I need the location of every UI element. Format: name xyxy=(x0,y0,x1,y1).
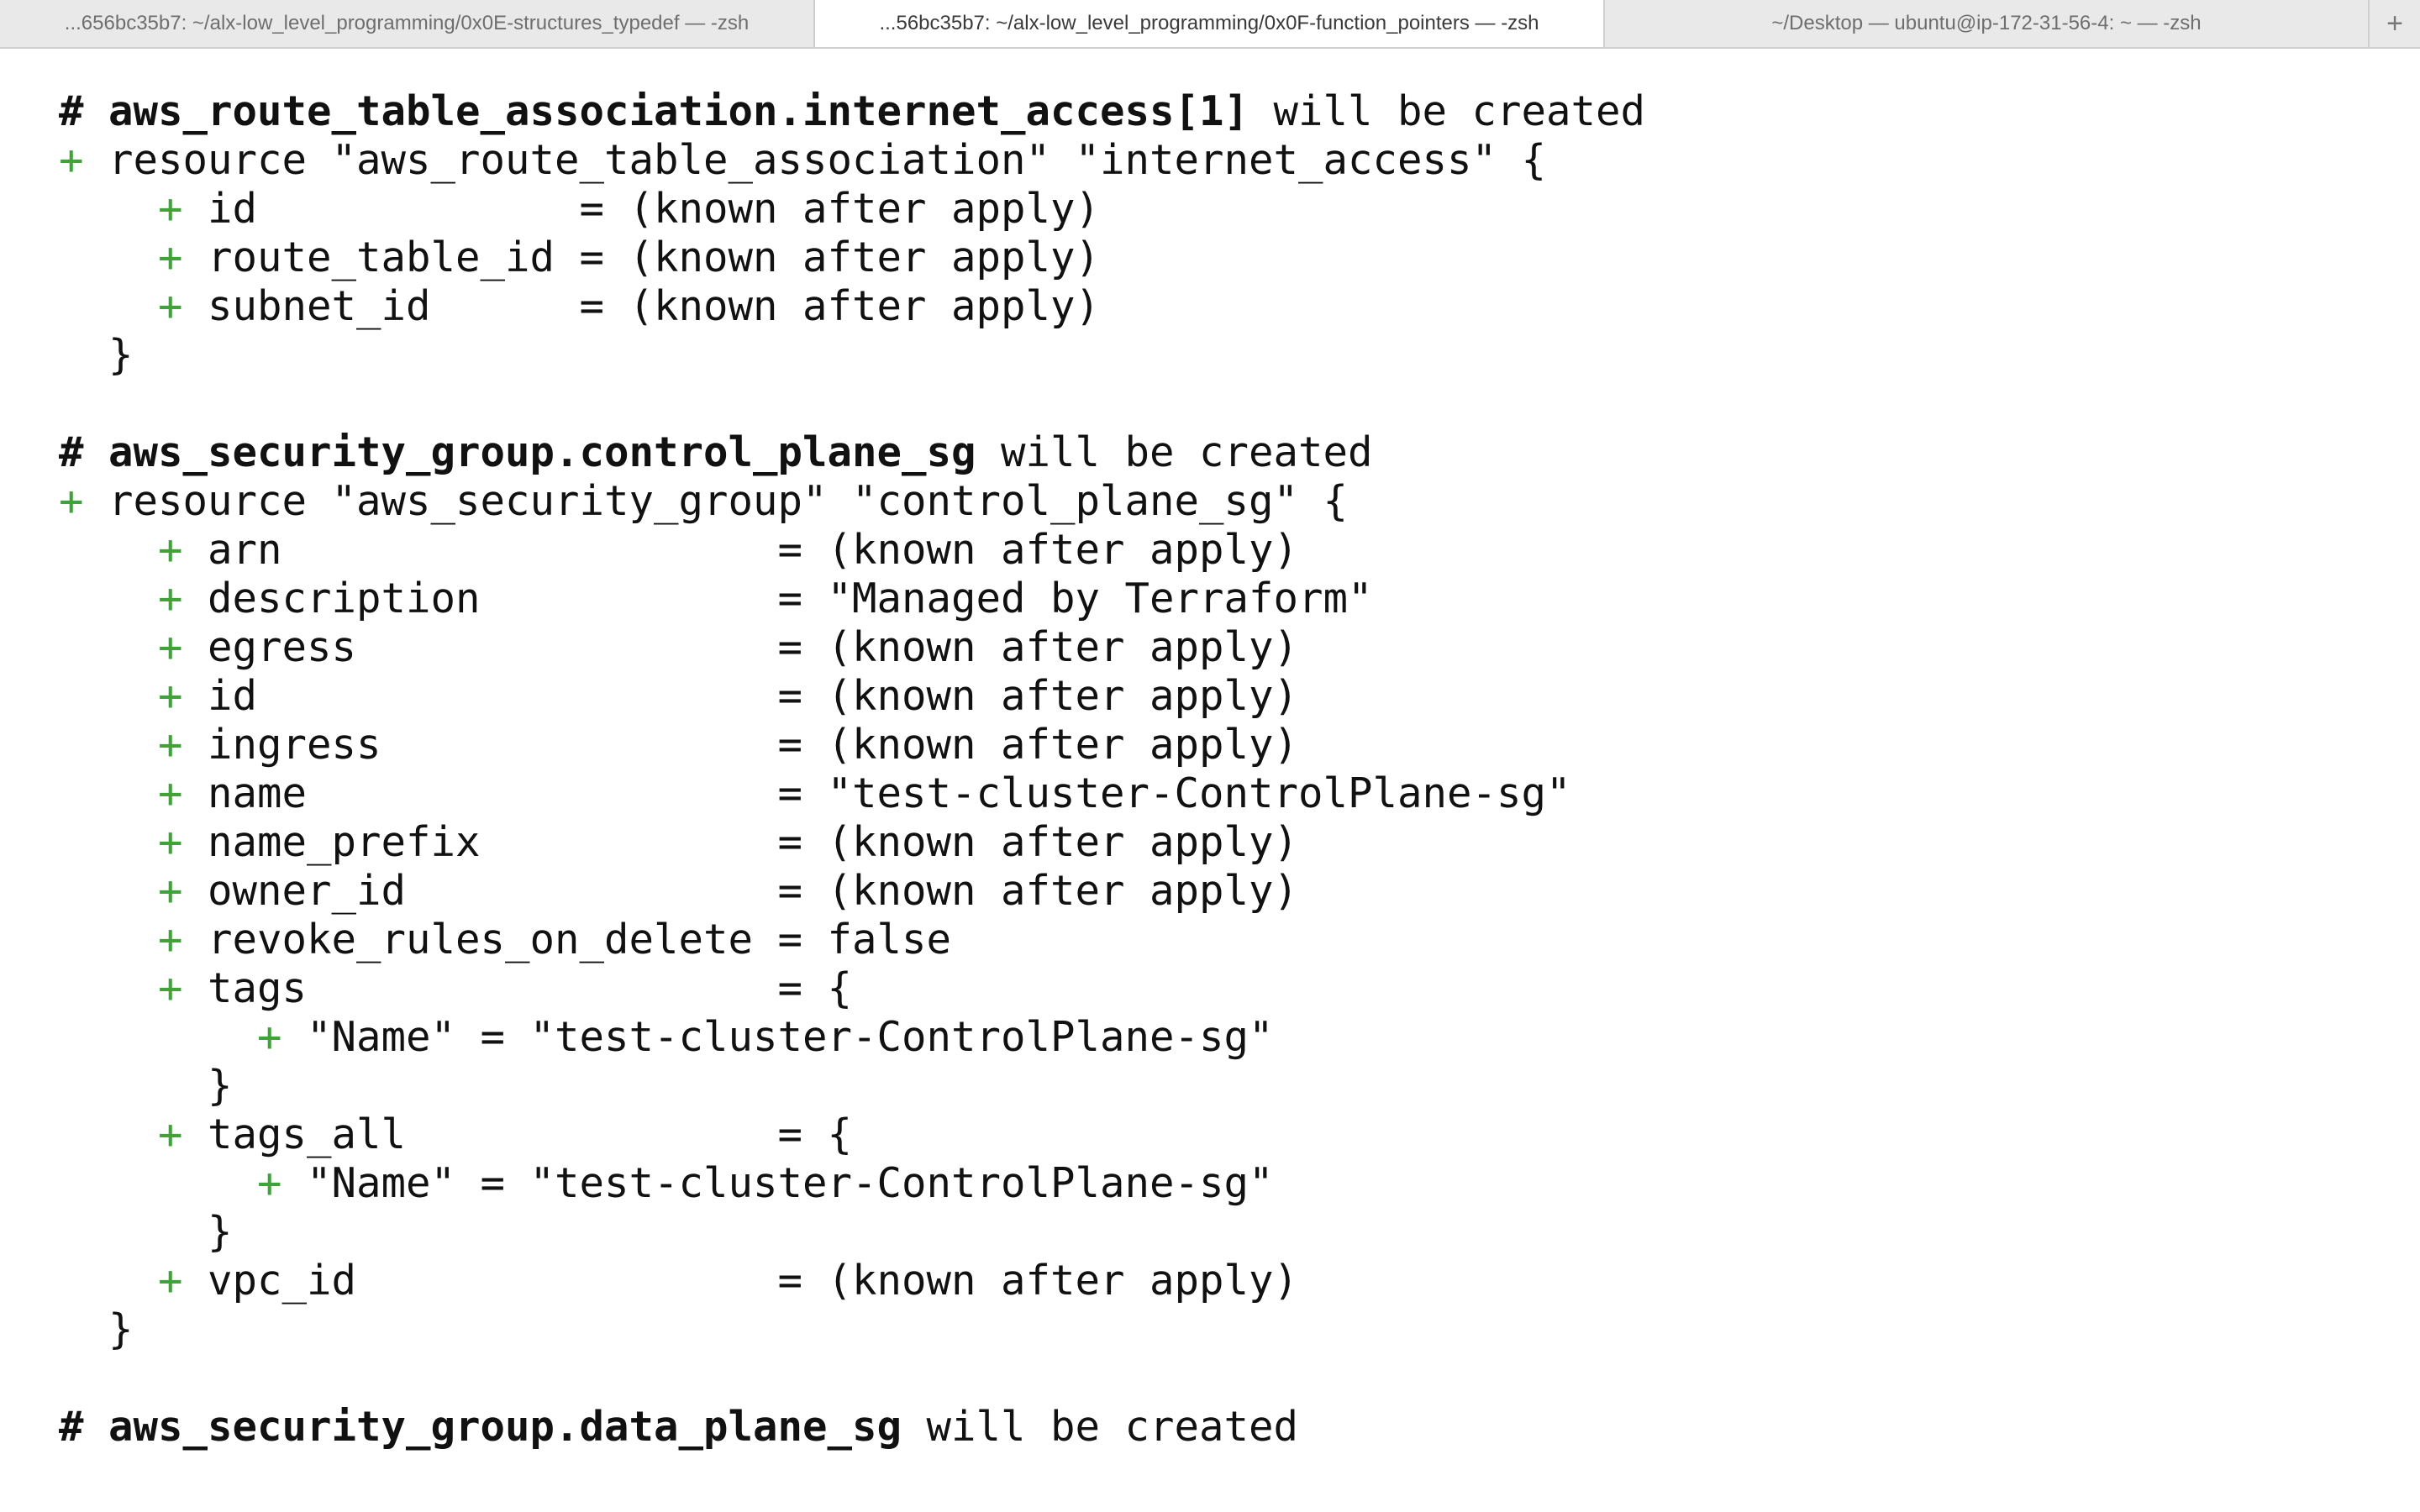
plus-marker: + xyxy=(158,867,208,915)
plus-icon: + xyxy=(2386,7,2403,39)
attribute-line: id = (known after apply) xyxy=(208,185,1101,233)
attribute-line: subnet_id = (known after apply) xyxy=(208,282,1101,330)
tab-label: ~/Desktop — ubuntu@ip-172-31-56-4: ~ — -… xyxy=(1771,12,2202,34)
attribute-line: revoke_rules_on_delete = false xyxy=(208,916,952,963)
attribute-line: route_table_id = (known after apply) xyxy=(208,234,1101,281)
comment-text: will be created xyxy=(976,428,1373,476)
attribute-line: description = "Managed by Terraform" xyxy=(208,575,1373,622)
resource-address: aws_route_table_association.internet_acc… xyxy=(108,87,1249,135)
closing-brace: } xyxy=(59,1305,134,1353)
plus-marker: + xyxy=(158,769,208,817)
terminal-line: + resource "aws_security_group" "control… xyxy=(59,477,1645,526)
plus-marker: + xyxy=(257,1013,308,1061)
terminal-line: + owner_id = (known after apply) xyxy=(59,867,1645,916)
attribute-line: "Name" = "test-cluster-ControlPlane-sg" xyxy=(307,1159,1274,1207)
attribute-line: arn = (known after apply) xyxy=(208,526,1299,574)
attribute-line: ingress = (known after apply) xyxy=(208,721,1299,769)
closing-brace: } xyxy=(59,1208,233,1256)
new-tab-button[interactable]: + xyxy=(2370,0,2420,47)
attribute-line: "Name" = "test-cluster-ControlPlane-sg" xyxy=(307,1013,1274,1061)
comment-text: will be created xyxy=(1249,87,1646,135)
tab-label: ...56bc35b7: ~/alx-low_level_programming… xyxy=(879,12,1539,34)
tab-structures-typedef[interactable]: ...656bc35b7: ~/alx-low_level_programmin… xyxy=(0,0,815,47)
terminal-line: + tags_all = { xyxy=(59,1110,1645,1159)
closing-brace: } xyxy=(59,331,134,379)
attribute-line: tags_all = { xyxy=(208,1110,853,1158)
terminal-line: } xyxy=(59,331,1645,380)
terminal-line: + "Name" = "test-cluster-ControlPlane-sg… xyxy=(59,1013,1645,1062)
tab-label: ...656bc35b7: ~/alx-low_level_programmin… xyxy=(64,12,750,34)
plus-marker: + xyxy=(158,721,208,769)
plus-marker: + xyxy=(158,526,208,574)
terminal-line: # aws_security_group.control_plane_sg wi… xyxy=(59,428,1645,477)
plus-marker: + xyxy=(59,136,109,184)
attribute-line: id = (known after apply) xyxy=(208,672,1299,720)
terminal-output[interactable]: # aws_route_table_association.internet_a… xyxy=(59,87,1645,1452)
resource-declaration: resource "aws_route_table_association" "… xyxy=(108,136,1547,184)
terminal-line: + id = (known after apply) xyxy=(59,185,1645,234)
plus-marker: + xyxy=(158,185,208,233)
comment-text: will be created xyxy=(902,1403,1299,1451)
terminal-line: + route_table_id = (known after apply) xyxy=(59,234,1645,282)
resource-declaration: resource "aws_security_group" "control_p… xyxy=(108,477,1349,525)
terminal-line: + id = (known after apply) xyxy=(59,672,1645,721)
attribute-line: name_prefix = (known after apply) xyxy=(208,818,1299,866)
comment-hash: # xyxy=(59,1403,109,1451)
plus-marker: + xyxy=(158,964,208,1012)
terminal-line: # aws_security_group.data_plane_sg will … xyxy=(59,1403,1645,1452)
terminal-line: # aws_route_table_association.internet_a… xyxy=(59,87,1645,136)
resource-address: aws_security_group.data_plane_sg xyxy=(108,1403,902,1451)
tab-ubuntu-ssh[interactable]: ~/Desktop — ubuntu@ip-172-31-56-4: ~ — -… xyxy=(1605,0,2370,47)
terminal-line: + egress = (known after apply) xyxy=(59,623,1645,672)
comment-hash: # xyxy=(59,87,109,135)
closing-brace: } xyxy=(59,1062,233,1110)
terminal-line: + revoke_rules_on_delete = false xyxy=(59,916,1645,964)
plus-marker: + xyxy=(158,282,208,330)
terminal-line: + vpc_id = (known after apply) xyxy=(59,1257,1645,1305)
terminal-line: + name = "test-cluster-ControlPlane-sg" xyxy=(59,769,1645,818)
attribute-line: vpc_id = (known after apply) xyxy=(208,1257,1299,1305)
terminal-line: + subnet_id = (known after apply) xyxy=(59,282,1645,331)
terminal-line: + "Name" = "test-cluster-ControlPlane-sg… xyxy=(59,1159,1645,1208)
terminal-line: + description = "Managed by Terraform" xyxy=(59,575,1645,623)
resource-address: aws_security_group.control_plane_sg xyxy=(108,428,976,476)
attribute-line: egress = (known after apply) xyxy=(208,623,1299,671)
terminal-line: + tags = { xyxy=(59,964,1645,1013)
plus-marker: + xyxy=(158,623,208,671)
terminal-line: + ingress = (known after apply) xyxy=(59,721,1645,769)
attribute-line: owner_id = (known after apply) xyxy=(208,867,1299,915)
comment-hash: # xyxy=(59,428,109,476)
plus-marker: + xyxy=(158,916,208,963)
plus-marker: + xyxy=(158,575,208,622)
plus-marker: + xyxy=(59,477,109,525)
plus-marker: + xyxy=(158,1257,208,1305)
tab-function-pointers[interactable]: ...56bc35b7: ~/alx-low_level_programming… xyxy=(815,0,1605,47)
terminal-line: } xyxy=(59,1208,1645,1257)
terminal-tab-bar: ...656bc35b7: ~/alx-low_level_programmin… xyxy=(0,0,2420,49)
terminal-line: + arn = (known after apply) xyxy=(59,526,1645,575)
plus-marker: + xyxy=(257,1159,308,1207)
terminal-line: } xyxy=(59,1062,1645,1110)
terminal-line: } xyxy=(59,1305,1645,1354)
plus-marker: + xyxy=(158,818,208,866)
terminal-line: + resource "aws_route_table_association"… xyxy=(59,136,1645,185)
plus-marker: + xyxy=(158,234,208,281)
plus-marker: + xyxy=(158,672,208,720)
attribute-line: tags = { xyxy=(208,964,853,1012)
attribute-line: name = "test-cluster-ControlPlane-sg" xyxy=(208,769,1571,817)
terminal-line: + name_prefix = (known after apply) xyxy=(59,818,1645,867)
plus-marker: + xyxy=(158,1110,208,1158)
